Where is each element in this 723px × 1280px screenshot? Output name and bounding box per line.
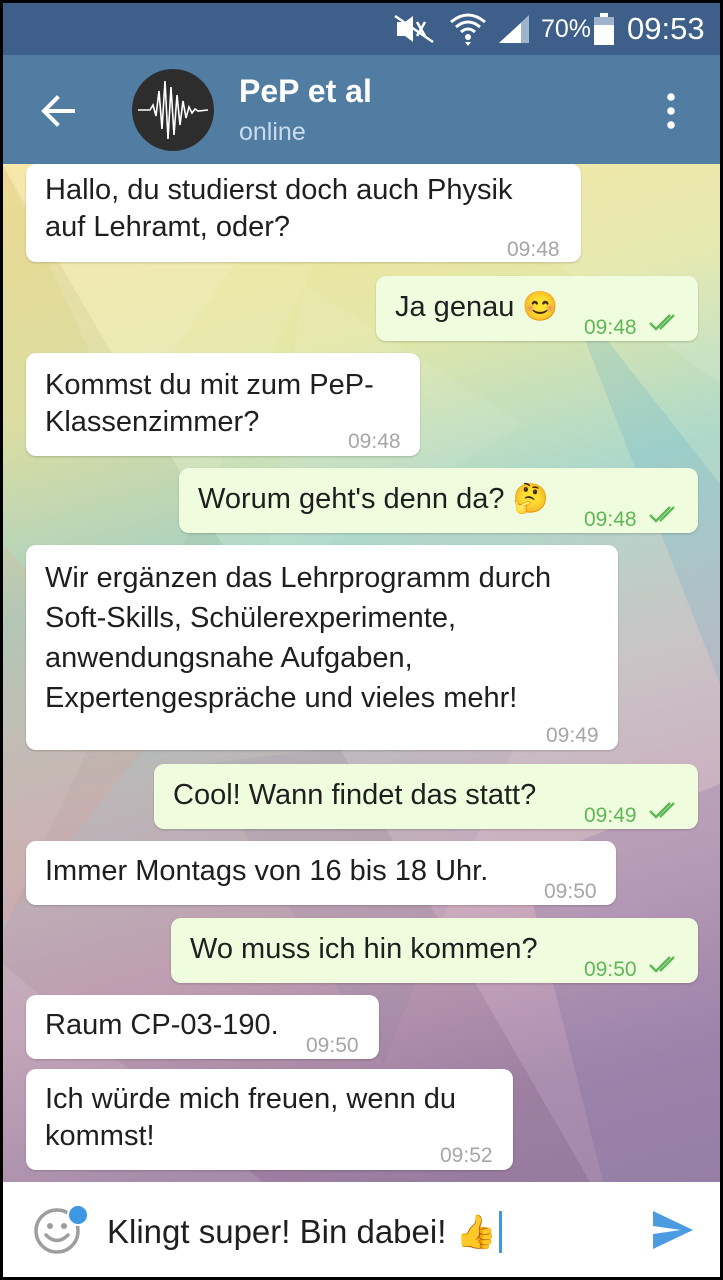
- menu-dots-icon[interactable]: [659, 89, 683, 133]
- battery-icon: [593, 3, 615, 55]
- message-time: 09:48: [584, 508, 637, 531]
- message-bubble[interactable]: Ja genau 😊 09:48: [376, 276, 698, 341]
- send-icon[interactable]: [651, 1209, 695, 1251]
- message-bubble[interactable]: Wo muss ich hin kommen? 09:50: [171, 918, 698, 983]
- wifi-icon: [449, 3, 487, 55]
- message-text: Wir ergänzen das Lehrprogramm durch Soft…: [45, 562, 552, 714]
- clock: 09:53: [627, 11, 705, 46]
- message-time: 09:48: [507, 238, 560, 261]
- message-time: 09:48: [348, 430, 401, 453]
- message-text: Hallo, du studierst doch auch Physik auf…: [45, 174, 513, 243]
- message-text: Kommst du mit zum PeP- Klassenzimmer?: [45, 369, 374, 438]
- message-time: 09:49: [546, 724, 599, 747]
- chat-status: online: [239, 118, 306, 146]
- chat-header: PeP et al online: [3, 55, 720, 164]
- message-bubble[interactable]: Ich würde mich freuen, wenn du kommst! 0…: [26, 1069, 513, 1170]
- message-text: Cool! Wann findet das statt?: [173, 779, 537, 811]
- message-bubble[interactable]: Cool! Wann findet das statt? 09:49: [154, 764, 698, 829]
- message-text: Worum geht's denn da? 🤔: [198, 483, 549, 515]
- read-check-icon: [649, 956, 675, 973]
- message-time: 09:50: [306, 1034, 359, 1057]
- message-text: Raum CP-03-190.: [45, 1009, 279, 1041]
- mute-icon: [393, 3, 439, 55]
- message-bubble[interactable]: Worum geht's denn da? 🤔 09:48: [179, 468, 698, 533]
- status-bar: 70% 09:53: [3, 3, 720, 55]
- composer: Klingt super! Bin dabei! 👍: [3, 1182, 720, 1277]
- message-list[interactable]: Hallo, du studierst doch auch Physik auf…: [3, 164, 720, 1182]
- text-cursor: [498, 1211, 502, 1253]
- message-bubble[interactable]: Raum CP-03-190. 09:50: [26, 995, 379, 1059]
- message-time: 09:50: [544, 880, 597, 903]
- message-text: Ich würde mich freuen, wenn du kommst!: [45, 1083, 457, 1152]
- message-time: 09:49: [584, 804, 637, 827]
- message-bubble[interactable]: Hallo, du studierst doch auch Physik auf…: [26, 164, 581, 262]
- message-bubble[interactable]: Immer Montags von 16 bis 18 Uhr. 09:50: [26, 841, 616, 905]
- message-input[interactable]: Klingt super! Bin dabei! 👍: [107, 1204, 587, 1260]
- message-text: Immer Montags von 16 bis 18 Uhr.: [45, 855, 489, 887]
- chat-screen: 70% 09:53 PeP et al online Hallo, du stu…: [3, 3, 720, 1277]
- read-check-icon: [649, 314, 675, 331]
- chat-title[interactable]: PeP et al: [239, 73, 372, 110]
- notification-dot: [67, 1204, 89, 1226]
- read-check-icon: [649, 506, 675, 523]
- avatar[interactable]: [132, 69, 214, 151]
- message-time: 09:48: [584, 316, 637, 339]
- message-time: 09:52: [440, 1144, 493, 1167]
- signal-icon: [497, 3, 531, 55]
- message-input-text: Klingt super! Bin dabei! 👍: [107, 1212, 497, 1250]
- back-arrow-icon[interactable]: [37, 89, 81, 133]
- message-bubble[interactable]: Wir ergänzen das Lehrprogramm durch Soft…: [26, 545, 618, 750]
- message-time: 09:50: [584, 958, 637, 981]
- read-check-icon: [649, 802, 675, 819]
- message-bubble[interactable]: Kommst du mit zum PeP- Klassenzimmer? 09…: [26, 353, 420, 456]
- battery-percent: 70%: [541, 14, 592, 43]
- message-text: Ja genau 😊: [395, 291, 559, 323]
- message-text: Wo muss ich hin kommen?: [190, 933, 538, 965]
